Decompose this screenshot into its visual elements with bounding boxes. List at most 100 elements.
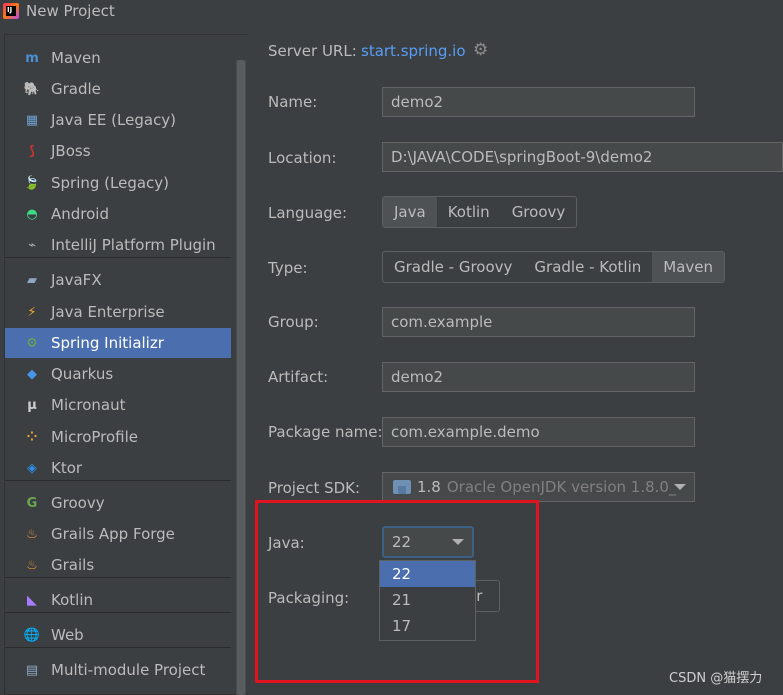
- sidebar-item-quarkus[interactable]: ◆ Quarkus: [5, 359, 231, 389]
- module-icon: ▤: [25, 662, 39, 678]
- chevron-down-icon[interactable]: [674, 484, 686, 490]
- sidebar-separator: [5, 612, 231, 613]
- highlight-annotation-box: [255, 500, 539, 683]
- type-option-gradle-kotlin[interactable]: Gradle - Kotlin: [523, 252, 652, 282]
- maven-icon: m: [25, 50, 39, 66]
- jboss-icon: ⟆: [29, 143, 35, 159]
- project-sdk-label: Project SDK:: [268, 479, 361, 497]
- project-sdk-combo[interactable]: 1.8 Oracle OpenJDK version 1.8.0_: [382, 472, 695, 502]
- sidebar-item-gradle[interactable]: 🐘 Gradle: [5, 74, 231, 104]
- sidebar-item-multi-module-project[interactable]: ▤ Multi-module Project: [5, 655, 231, 685]
- name-label: Name:: [268, 93, 318, 111]
- language-selector: Java Kotlin Groovy: [382, 196, 578, 228]
- sidebar-item-label: Spring (Legacy): [51, 174, 170, 192]
- group-field[interactable]: com.example: [382, 307, 695, 337]
- android-icon: ◓: [26, 206, 38, 222]
- groovy-icon: G: [26, 495, 38, 511]
- grails-forge-icon: ♨: [26, 526, 38, 542]
- javafx-icon: ▰: [27, 272, 37, 288]
- server-url-label: Server URL:: [268, 42, 357, 60]
- micronaut-icon: μ: [27, 397, 37, 413]
- sidebar-item-label: Quarkus: [51, 365, 114, 383]
- sidebar-item-label: Java Enterprise: [51, 303, 165, 321]
- sidebar-item-grails[interactable]: ♨ Grails: [5, 550, 231, 580]
- sidebar-item-jboss[interactable]: ⟆ JBoss: [5, 136, 231, 166]
- type-option-maven[interactable]: Maven: [652, 252, 725, 282]
- java-enterprise-icon: ⚡: [27, 304, 37, 320]
- sidebar-item-kotlin[interactable]: ◣ Kotlin: [5, 585, 231, 615]
- sidebar-item-java-enterprise[interactable]: ⚡ Java Enterprise: [5, 297, 231, 327]
- sidebar-item-label: Ktor: [51, 459, 83, 477]
- sdk-version: 1.8: [417, 478, 441, 496]
- type-label: Type:: [268, 259, 308, 277]
- sidebar-item-spring-initializr[interactable]: ⚙ Spring Initializr: [5, 328, 231, 358]
- sdk-name: Oracle OpenJDK version 1.8.0_: [446, 478, 677, 496]
- location-label: Location:: [268, 149, 337, 167]
- sidebar-item-label: Groovy: [51, 494, 105, 512]
- artifact-label: Artifact:: [268, 368, 329, 386]
- sidebar-item-maven[interactable]: m Maven: [5, 43, 231, 73]
- jdk-folder-icon: [393, 480, 411, 494]
- package-name-field[interactable]: com.example.demo: [382, 417, 695, 447]
- group-label: Group:: [268, 313, 319, 331]
- title-bar: IJ New Project: [0, 0, 783, 22]
- sidebar-separator: [5, 577, 231, 578]
- sidebar-item-ktor[interactable]: ◈ Ktor: [5, 453, 231, 483]
- sidebar-item-label: Grails: [51, 556, 95, 574]
- sidebar-scrollbar[interactable]: [236, 60, 246, 695]
- ktor-icon: ◈: [27, 460, 37, 476]
- globe-icon: 🌐: [23, 627, 41, 643]
- kotlin-icon: ◣: [27, 592, 37, 608]
- sidebar-item-micronaut[interactable]: μ Micronaut: [5, 390, 231, 420]
- sidebar-separator: [5, 647, 231, 648]
- sidebar-item-intellij-platform-plugin[interactable]: ⌁ IntelliJ Platform Plugin: [5, 230, 231, 260]
- sidebar-item-java-ee-legacy[interactable]: ▦ Java EE (Legacy): [5, 105, 231, 135]
- sidebar-item-label: Multi-module Project: [51, 661, 206, 679]
- sidebar-item-label: Micronaut: [51, 396, 126, 414]
- sidebar-item-microprofile[interactable]: ⁘ MicroProfile: [5, 422, 231, 452]
- project-type-sidebar: m Maven 🐘 Gradle ▦ Java EE (Legacy) ⟆ JBoss 🍃 Spr…: [4, 34, 248, 695]
- sidebar-item-android[interactable]: ◓ Android: [5, 199, 231, 229]
- type-selector: Gradle - Groovy Gradle - Kotlin Maven: [382, 251, 726, 283]
- intellij-app-icon: IJ: [3, 3, 19, 19]
- sidebar-item-label: Gradle: [51, 80, 101, 98]
- language-option-java[interactable]: Java: [383, 197, 437, 227]
- spring-initializr-icon: ⚙: [26, 335, 38, 351]
- sidebar-item-label: Android: [51, 205, 109, 223]
- language-option-kotlin[interactable]: Kotlin: [437, 197, 501, 227]
- microprofile-icon: ⁘: [26, 429, 38, 445]
- sidebar-item-label: MicroProfile: [51, 428, 139, 446]
- sidebar-item-label: JBoss: [51, 142, 91, 160]
- spring-leaf-icon: 🍃: [23, 175, 41, 191]
- package-name-label: Package name:: [268, 423, 383, 441]
- sidebar-item-groovy[interactable]: G Groovy: [5, 488, 231, 518]
- sidebar-scrollbar-thumb[interactable]: [237, 60, 245, 695]
- window-title: New Project: [26, 2, 115, 20]
- sidebar-item-label: Grails App Forge: [51, 525, 175, 543]
- sidebar-item-label: Java EE (Legacy): [51, 111, 177, 129]
- sidebar-item-label: IntelliJ Platform Plugin: [51, 236, 216, 254]
- language-option-groovy[interactable]: Groovy: [501, 197, 577, 227]
- sidebar-separator: [5, 257, 231, 258]
- sidebar-item-label: Spring Initializr: [51, 334, 164, 352]
- sidebar-item-javafx[interactable]: ▰ JavaFX: [5, 265, 231, 295]
- gradle-icon: 🐘: [23, 81, 41, 97]
- location-field[interactable]: D:\JAVA\CODE\springBoot-9\demo2: [382, 142, 783, 172]
- grails-icon: ♨: [26, 557, 38, 573]
- sidebar-item-label: Web: [51, 626, 84, 644]
- gear-icon[interactable]: ⚙: [473, 42, 489, 59]
- language-label: Language:: [268, 204, 348, 222]
- sidebar-item-spring-legacy[interactable]: 🍃 Spring (Legacy): [5, 168, 231, 198]
- sidebar-item-grails-app-forge[interactable]: ♨ Grails App Forge: [5, 519, 231, 549]
- sidebar-separator: [5, 480, 231, 481]
- name-field[interactable]: demo2: [382, 87, 695, 117]
- javaee-icon: ▦: [25, 112, 39, 128]
- sidebar-item-label: Maven: [51, 49, 101, 67]
- sidebar-item-web[interactable]: 🌐 Web: [5, 620, 231, 650]
- server-url-link[interactable]: start.spring.io: [361, 42, 466, 60]
- type-option-gradle-groovy[interactable]: Gradle - Groovy: [383, 252, 523, 282]
- watermark: CSDN @猫摆力: [669, 671, 763, 686]
- quarkus-icon: ◆: [27, 366, 37, 382]
- sidebar-item-label: Kotlin: [51, 591, 93, 609]
- artifact-field[interactable]: demo2: [382, 362, 695, 392]
